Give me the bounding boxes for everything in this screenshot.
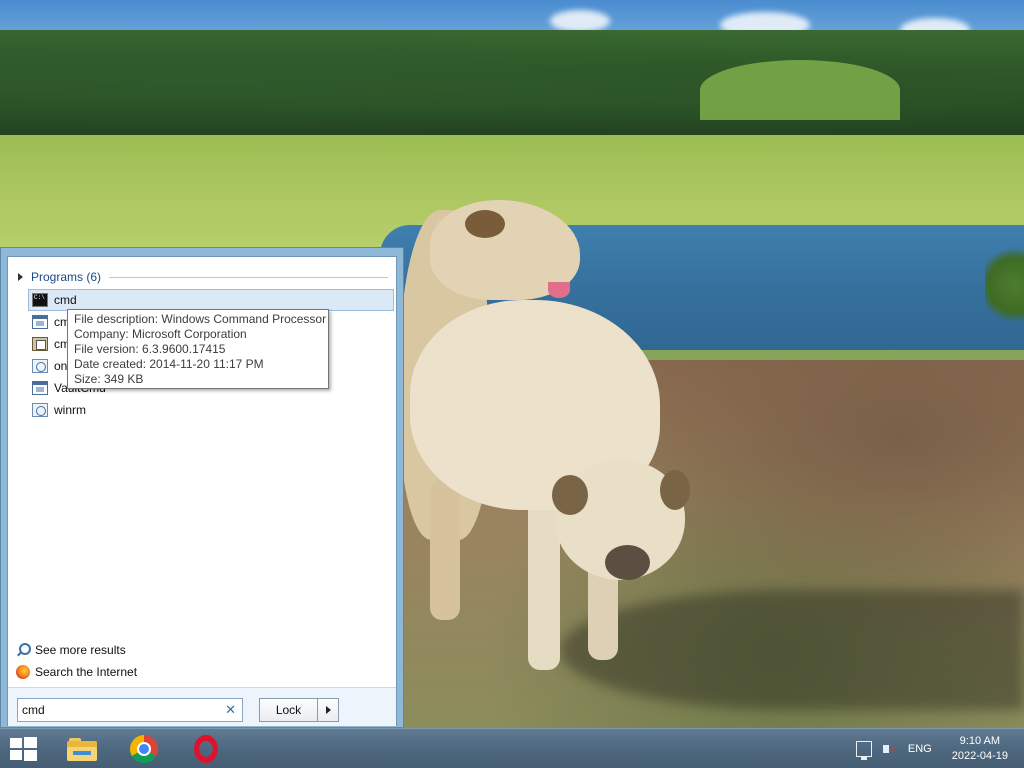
dog-back-leg xyxy=(430,480,460,620)
tooltip-size: Size: 349 KB xyxy=(74,372,144,386)
see-more-results-link[interactable]: See more results xyxy=(16,643,126,657)
dog-front-snout xyxy=(605,545,650,580)
wallpaper-tree xyxy=(985,240,1024,330)
clock-time: 9:10 AM xyxy=(959,735,1001,747)
taskbar-opera[interactable] xyxy=(186,733,226,765)
search-input[interactable] xyxy=(22,703,212,717)
start-button[interactable] xyxy=(8,737,38,761)
cmd-icon xyxy=(32,293,48,307)
window-app-icon xyxy=(32,381,48,395)
expand-arrow-icon xyxy=(18,273,23,281)
wallpaper-cloud xyxy=(550,10,610,32)
taskbar: ENG 9:10 AM 2022-04-19 xyxy=(0,728,1024,768)
dog-back-ear xyxy=(465,210,505,238)
window-app-icon xyxy=(32,315,48,329)
result-cmd[interactable]: cmd xyxy=(28,289,394,311)
lock-button[interactable]: Lock xyxy=(259,698,339,722)
see-more-label: See more results xyxy=(35,643,126,657)
program-tooltip: File description: Windows Command Proces… xyxy=(67,309,329,389)
opera-icon xyxy=(194,735,218,763)
tooltip-description: File description: Windows Command Proces… xyxy=(74,312,327,326)
file-explorer-icon xyxy=(67,737,97,761)
taskbar-chrome[interactable] xyxy=(124,733,164,765)
tooltip-version: File version: 6.3.9600.17415 xyxy=(74,342,226,356)
clock[interactable]: 9:10 AM 2022-04-19 xyxy=(952,734,1008,764)
result-label: cmd xyxy=(54,293,77,307)
speaker-muted-icon[interactable] xyxy=(882,741,898,757)
search-box[interactable]: ✕ xyxy=(17,698,243,722)
dog-front-ear xyxy=(552,475,588,515)
system-tray: ENG 9:10 AM 2022-04-19 xyxy=(855,729,1024,768)
chrome-icon xyxy=(130,735,158,763)
programs-group-title: Programs (6) xyxy=(31,270,102,284)
web-app-icon xyxy=(32,359,48,373)
search-internet-label: Search the Internet xyxy=(35,665,138,679)
wallpaper-hill xyxy=(700,60,900,120)
windows-logo-icon xyxy=(10,738,22,748)
tooltip-date-created: Date created: 2014-11-20 11:17 PM xyxy=(74,357,264,371)
group-divider xyxy=(109,277,388,278)
firefox-icon xyxy=(16,665,30,679)
windows-logo-icon xyxy=(10,750,22,760)
search-area: ✕ Lock xyxy=(8,688,396,726)
taskbar-file-explorer[interactable] xyxy=(62,733,102,765)
programs-group-header[interactable]: Programs (6) xyxy=(18,269,388,285)
wallpaper-shadow xyxy=(560,590,1024,710)
network-icon[interactable] xyxy=(855,741,872,760)
power-options-arrow[interactable] xyxy=(318,699,338,721)
search-internet-link[interactable]: Search the Internet xyxy=(16,665,137,679)
clock-date: 2022-04-19 xyxy=(951,750,1008,762)
chevron-right-icon xyxy=(325,706,331,714)
input-language[interactable]: ENG xyxy=(908,743,932,755)
magnifier-icon xyxy=(16,643,31,657)
clear-search-icon[interactable]: ✕ xyxy=(225,703,236,717)
windows-logo-icon xyxy=(24,737,37,748)
tooltip-company: Company: Microsoft Corporation xyxy=(74,327,247,341)
dog-tongue xyxy=(548,282,570,298)
web-app-icon xyxy=(32,403,48,417)
result-winrm[interactable]: winrm xyxy=(28,399,394,421)
lock-button-label[interactable]: Lock xyxy=(260,699,318,721)
dog-front-ear xyxy=(660,470,690,510)
tool-app-icon xyxy=(32,337,48,351)
result-label: winrm xyxy=(54,403,86,417)
windows-logo-icon xyxy=(24,750,37,761)
